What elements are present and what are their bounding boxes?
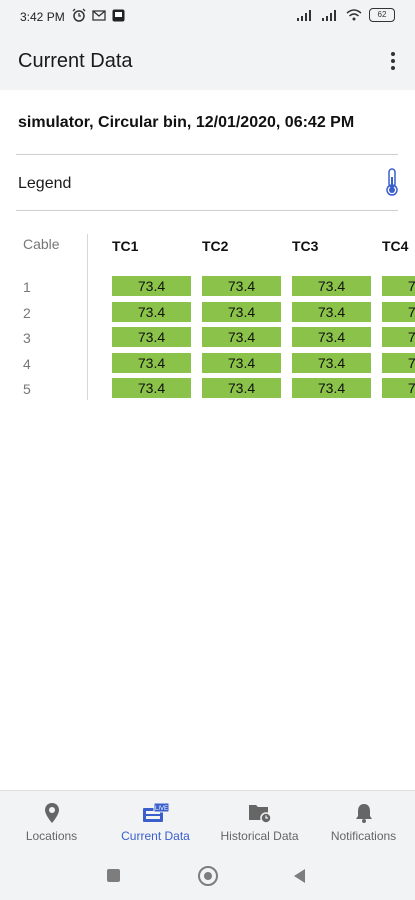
nav-label: Notifications: [330, 829, 397, 843]
temperature-cell[interactable]: 73.4: [292, 276, 371, 296]
location-info: simulator, Circular bin, 12/01/2020, 06:…: [18, 114, 355, 131]
history-folder-icon: [248, 805, 272, 824]
temperature-cell[interactable]: 73.4: [292, 327, 371, 347]
battery-icon: 62: [369, 8, 395, 22]
temperature-cell[interactable]: 73.4: [112, 327, 191, 347]
tc-header: TC1: [112, 238, 139, 254]
home-icon[interactable]: [198, 866, 218, 886]
svg-text:LIVE: LIVE: [154, 806, 167, 812]
system-navigation-bar: [0, 852, 415, 900]
nav-label: Historical Data: [220, 829, 299, 843]
tc-header: TC3: [292, 238, 319, 254]
back-icon[interactable]: [292, 868, 306, 884]
cable-header: Cable: [23, 236, 60, 252]
temperature-cell[interactable]: 73.4: [382, 302, 415, 322]
column-separator: [87, 234, 88, 400]
nav-label: Locations: [25, 829, 78, 843]
more-vert-icon: [391, 52, 395, 56]
status-system-icons: 62: [296, 8, 395, 22]
signal-icon-2: [322, 10, 336, 21]
divider: [16, 210, 398, 211]
location-pin-icon: [44, 803, 59, 823]
cable-number: 4: [23, 356, 31, 372]
legend-label: Legend: [18, 175, 72, 192]
nav-item-locations[interactable]: Locations: [0, 791, 103, 853]
overflow-menu-button[interactable]: [385, 48, 401, 74]
status-bar: 3:42 PM 62: [0, 0, 415, 33]
live-data-icon: LIVE: [142, 802, 169, 822]
temperature-cell[interactable]: 73.4: [112, 353, 191, 373]
temperature-cell[interactable]: 73.4: [202, 302, 281, 322]
temperature-cell[interactable]: 73.4: [112, 378, 191, 398]
temperature-cell[interactable]: 73.4: [292, 302, 371, 322]
temperature-cell[interactable]: 73.4: [112, 302, 191, 322]
temperature-cell[interactable]: 73.4: [382, 327, 415, 347]
temperature-cell[interactable]: 73.4: [292, 378, 371, 398]
nav-item-notifications[interactable]: Notifications: [312, 791, 415, 853]
wifi-icon: [346, 9, 362, 21]
status-notification-icons: [72, 8, 125, 22]
temperature-cell[interactable]: 73.4: [382, 353, 415, 373]
temperature-cell[interactable]: 73.4: [202, 276, 281, 296]
temperature-cell[interactable]: 73.4: [202, 378, 281, 398]
cable-number: 5: [23, 381, 31, 397]
temperature-cell[interactable]: 73.4: [202, 327, 281, 347]
temperature-cell[interactable]: 73.4: [382, 276, 415, 296]
tc-header: TC2: [202, 238, 229, 254]
recents-icon[interactable]: [107, 869, 120, 882]
alarm-icon: [72, 8, 86, 22]
battery-level: 62: [377, 10, 387, 19]
tc-header: TC4: [382, 238, 409, 254]
thermometer-icon[interactable]: [384, 168, 400, 201]
nav-item-current-data[interactable]: LIVE Current Data: [104, 791, 207, 853]
mail-icon: [92, 10, 106, 21]
page-title: Current Data: [18, 50, 133, 72]
divider: [16, 154, 398, 155]
cable-number: 2: [23, 305, 31, 321]
nav-label: Current Data: [121, 829, 190, 843]
bell-icon: [355, 804, 372, 823]
sensor-grid[interactable]: TC1 TC2 TC3 TC4 73.4 73.4 73.4 73.4 73.4…: [108, 228, 415, 403]
temperature-cell[interactable]: 73.4: [112, 276, 191, 296]
cable-number: 1: [23, 279, 31, 295]
bottom-navigation: Locations LIVE Current Data Historical D…: [0, 790, 415, 853]
nav-item-historical-data[interactable]: Historical Data: [208, 791, 311, 853]
signal-icon: [297, 10, 311, 21]
temperature-cell[interactable]: 73.4: [382, 378, 415, 398]
status-time: 3:42 PM: [20, 10, 65, 24]
app-notification-icon: [112, 9, 125, 21]
temperature-cell[interactable]: 73.4: [292, 353, 371, 373]
cable-number: 3: [23, 330, 31, 346]
temperature-cell[interactable]: 73.4: [202, 353, 281, 373]
app-bar: Current Data: [0, 33, 415, 90]
